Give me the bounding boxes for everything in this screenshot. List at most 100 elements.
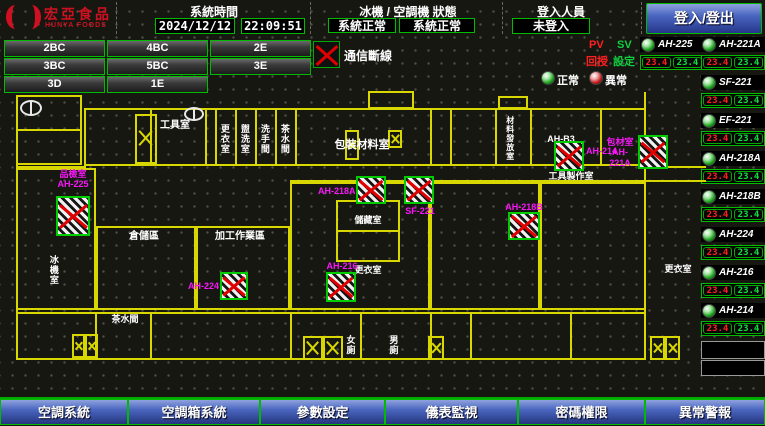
nav-button-param-setting[interactable]: 參數設定	[260, 399, 385, 425]
wall	[235, 108, 237, 166]
equipment-icon-ah-218b-comm-error[interactable]	[508, 212, 540, 240]
unit-block-ah-218a[interactable]: AH-218A 23.423.4	[701, 151, 765, 184]
floor-button-1e[interactable]: 1E	[107, 76, 208, 93]
pv-header: PV	[589, 39, 604, 51]
wall	[498, 96, 528, 109]
wall	[215, 108, 217, 166]
sv-label: 設定	[613, 53, 635, 69]
equipment-icon-ah-225-comm-error[interactable]	[56, 196, 90, 236]
equipment-label-ah-224: AH-224	[188, 281, 219, 291]
unit-values: 23.423.4	[640, 55, 704, 70]
unit-lamp-icon	[702, 114, 716, 128]
unit-values: 23.423.4	[701, 283, 765, 298]
nav-button-ahu-system[interactable]: 空調箱系統	[128, 399, 260, 425]
spiral-stair-icon	[20, 100, 42, 116]
floor-button-4bc[interactable]: 4BC	[107, 40, 208, 57]
floor-button-3d[interactable]: 3D	[4, 76, 105, 93]
unit-sv: 23.4	[734, 57, 763, 68]
nav-button-ac-system[interactable]: 空調系統	[0, 399, 128, 425]
room-label-locker: 更衣室	[219, 114, 229, 164]
floor-button-3e[interactable]: 3E	[210, 58, 311, 75]
unit-lamp-icon	[641, 38, 655, 52]
shaft-x-icon	[323, 336, 343, 360]
floor-button-2e[interactable]: 2E	[210, 40, 311, 57]
room-label-material-issue: 材料發放室	[505, 112, 514, 164]
wall	[470, 312, 472, 358]
equipment-label-ah-225: 品檢室 AH-225	[40, 169, 106, 190]
abnormal-label: 異常	[605, 72, 627, 88]
normal-lamp-icon	[541, 71, 555, 85]
unit-values: 23.423.4	[701, 207, 765, 222]
equipment-tag: SF-221	[405, 206, 435, 216]
unit-values: 23.423.4	[701, 55, 765, 70]
unit-pv: 23.4	[642, 57, 671, 68]
wall	[540, 182, 646, 310]
unit-name: AH-224	[719, 229, 753, 240]
equipment-icon-ah-218a-comm-error[interactable]	[356, 176, 386, 204]
shaft-x-icon	[303, 336, 323, 360]
sv-header: SV	[617, 39, 632, 51]
room-label-processing: 加工作業區	[200, 231, 280, 242]
ahu-status-value: 系統正常	[399, 18, 475, 33]
nav-button-password-auth[interactable]: 密碼權限	[518, 399, 645, 425]
unit-name: AH-221A	[719, 39, 761, 50]
hmi-screen: { "header": { "brand": { "name": "宏亞食品",…	[0, 0, 765, 426]
nav-button-alarm[interactable]: 異常警報	[645, 399, 765, 425]
unit-sv: 23.4	[734, 95, 763, 106]
unit-name: AH-218A	[719, 153, 761, 164]
wall	[430, 108, 432, 166]
system-date-value: 2024/12/12	[155, 18, 235, 34]
wall	[570, 312, 572, 358]
brand-name: 宏亞食品	[44, 4, 112, 24]
chiller-status-value: 系統正常	[328, 18, 396, 33]
unit-block-ah-221a[interactable]: AH-221A 23.423.4	[701, 37, 765, 70]
equipment-label-sf-221: SF-221	[402, 206, 438, 216]
unit-block-ef-221[interactable]: EF-221 23.423.4	[701, 113, 765, 146]
normal-label: 正常	[557, 72, 579, 88]
unit-block-ah-224[interactable]: AH-224 23.423.4	[701, 227, 765, 260]
floor-button-3bc[interactable]: 3BC	[4, 58, 105, 75]
unit-block-ah-225[interactable]: AH-225 23.423.4	[640, 37, 704, 70]
room-label-pantry-top: 茶水間	[279, 114, 289, 164]
unit-sv: 23.4	[734, 209, 763, 220]
unit-name: SF-221	[719, 77, 752, 88]
room-label-lavatory: 洗手間	[259, 114, 269, 164]
equipment-tag: AH-225	[57, 179, 88, 189]
unit-pv: 23.4	[703, 57, 732, 68]
unit-lamp-icon	[702, 228, 716, 242]
unit-lamp-icon	[702, 38, 716, 52]
unit-sv: 23.4	[734, 247, 763, 258]
header-divider	[116, 2, 117, 34]
equipment-label-ah-218a: AH-218A	[318, 186, 356, 196]
wall	[205, 108, 207, 166]
unit-lamp-icon	[702, 266, 716, 280]
brand-name-en: HUNYA FOODS	[45, 22, 107, 29]
unit-block-ah-218b[interactable]: AH-218B 23.423.4	[701, 189, 765, 222]
room-label-tool-room: 工具室	[152, 120, 198, 131]
equipment-icon-ah-221a-comm-error[interactable]	[638, 135, 668, 169]
equipment-icon-ah-224-comm-error[interactable]	[220, 272, 248, 300]
equipment-icon-ah-214-comm-error[interactable]	[554, 141, 584, 171]
unit-sv: 23.4	[734, 285, 763, 296]
equipment-icon-ah-216-comm-error[interactable]	[326, 272, 356, 302]
unit-sv: 23.4	[673, 57, 702, 68]
unit-pv: 23.4	[703, 323, 732, 334]
unit-pv: 23.4	[703, 95, 732, 106]
room-label-pantry: 茶水間	[102, 315, 148, 325]
nav-button-meter-monitor[interactable]: 儀表監視	[385, 399, 518, 425]
unit-name: AH-225	[658, 39, 692, 50]
unit-sv: 23.4	[734, 171, 763, 182]
system-time-value: 22:09:51	[241, 18, 305, 34]
wall	[368, 91, 414, 109]
unit-block-sf-221[interactable]: SF-221 23.423.4	[701, 75, 765, 108]
floor-button-5bc[interactable]: 5BC	[107, 58, 208, 75]
equipment-label-ah-221a: 包材室 AH-221A	[602, 137, 638, 168]
login-logout-button[interactable]: 登入/登出	[646, 3, 762, 34]
floor-button-2bc[interactable]: 2BC	[4, 40, 105, 57]
unit-sv: 23.4	[734, 323, 763, 334]
comm-error-icon	[313, 41, 340, 68]
unit-block-ah-216[interactable]: AH-216 23.423.4	[701, 265, 765, 298]
wall	[290, 312, 292, 358]
unit-block-ah-214[interactable]: AH-214 23.423.4	[701, 303, 765, 336]
equipment-icon-sf-221-comm-error[interactable]	[404, 176, 434, 204]
